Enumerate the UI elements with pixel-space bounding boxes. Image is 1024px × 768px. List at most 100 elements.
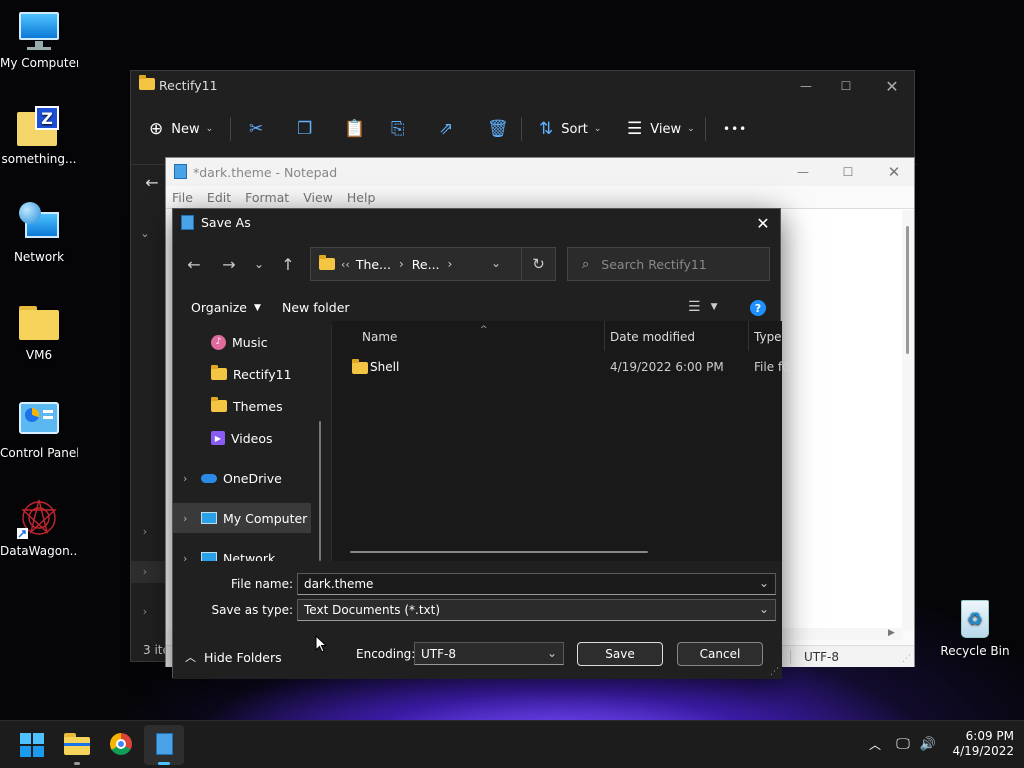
view-button[interactable]: ☰ View ⌄ — [627, 111, 695, 147]
column-header-name[interactable]: Name — [362, 330, 397, 344]
rename-button[interactable]: ⎘ — [391, 111, 405, 147]
start-button[interactable] — [20, 733, 44, 757]
chevron-down-icon[interactable]: ⌄ — [137, 225, 153, 241]
desktop-icon-recycle-bin[interactable]: ♻ Recycle Bin — [936, 596, 1014, 658]
column-header-date[interactable]: Date modified — [610, 330, 695, 344]
horizontal-scrollbar[interactable]: ▶ — [776, 628, 902, 640]
menu-view[interactable]: View — [303, 190, 333, 205]
delete-button[interactable]: 🗑 — [487, 111, 509, 147]
maximize-button[interactable]: ☐ — [833, 158, 863, 186]
nav-item-my-computer[interactable]: › My Computer — [173, 503, 311, 533]
view-label: View — [650, 121, 682, 137]
nav-item-onedrive[interactable]: › OneDrive — [173, 463, 319, 493]
breadcrumb-overflow[interactable]: ‹‹ — [341, 258, 350, 271]
paste-icon: 📋 — [344, 119, 366, 139]
desktop-icon-archive[interactable]: Z something... — [0, 104, 78, 166]
hide-folders-button[interactable]: ︿ Hide Folders — [185, 649, 282, 665]
plus-circle-icon: ⊕ — [149, 119, 164, 139]
close-button[interactable]: ✕ — [877, 71, 907, 101]
horizontal-scrollbar-thumb[interactable] — [350, 551, 648, 553]
back-arrow-icon[interactable]: ← — [141, 171, 163, 193]
scroll-right-icon[interactable]: ▶ — [888, 628, 895, 638]
sort-button[interactable]: ⇅ Sort ⌄ — [539, 111, 601, 147]
nav-item-music[interactable]: ♪ Music — [173, 327, 319, 357]
copy-button[interactable]: ❐ — [297, 111, 312, 147]
organize-button[interactable]: Organize ▼ — [191, 300, 261, 315]
chevron-right-icon[interactable]: › — [183, 552, 201, 562]
forward-arrow-icon[interactable]: → — [218, 253, 240, 275]
chrome-taskbar-button[interactable] — [110, 733, 132, 755]
close-button[interactable]: ✕ — [879, 158, 909, 186]
breadcrumb-separator-icon: › — [447, 257, 453, 271]
chevron-right-icon[interactable]: › — [183, 472, 201, 485]
cancel-button[interactable]: Cancel — [677, 642, 763, 666]
column-header-type[interactable]: Type — [754, 330, 782, 344]
encoding-select[interactable]: UTF-8 ⌄ — [414, 642, 564, 665]
column-divider[interactable] — [604, 321, 605, 351]
chevron-down-icon[interactable]: ⌄ — [759, 576, 769, 590]
notepad-taskbar-button[interactable] — [144, 725, 184, 765]
clock[interactable]: 6:09 PM 4/19/2022 — [940, 729, 1014, 759]
menu-help[interactable]: Help — [347, 190, 376, 205]
breadcrumb-item[interactable]: Re... — [412, 257, 440, 272]
file-row[interactable]: Shell 4/19/2022 6:00 PM File fo — [332, 353, 789, 381]
nav-item-network[interactable]: › Network — [173, 543, 319, 561]
show-hidden-icons-chevron-icon[interactable]: ︿ — [866, 735, 884, 753]
help-icon[interactable]: ? — [750, 300, 766, 316]
more-options-button[interactable]: ••• — [723, 111, 747, 147]
refresh-icon[interactable]: ↻ — [521, 248, 555, 280]
chevron-right-icon[interactable]: › — [137, 603, 153, 619]
paste-button[interactable]: 📋 — [344, 111, 365, 147]
up-arrow-icon[interactable]: ↑ — [277, 253, 299, 275]
menu-edit[interactable]: Edit — [207, 190, 231, 205]
file-name-input[interactable]: dark.theme ⌄ — [297, 573, 776, 595]
dropdown-arrow-icon: ▼ — [254, 302, 261, 313]
recent-locations-chevron-icon[interactable]: ⌄ — [251, 253, 267, 275]
rename-icon: ⎘ — [391, 119, 405, 139]
desktop-icon-datawagon[interactable]: DataWagon... — [0, 496, 78, 558]
nav-item-themes[interactable]: Themes — [173, 391, 319, 421]
share-button[interactable]: ⇗ — [439, 111, 453, 147]
new-button[interactable]: ⊕ New ⌄ — [149, 111, 213, 147]
file-explorer-taskbar-button[interactable] — [64, 733, 90, 755]
back-arrow-icon[interactable]: ← — [183, 253, 205, 275]
save-as-dialog[interactable]: Save As ✕ ← → ⌄ ↑ ‹‹ The... › Re... › ⌄ … — [172, 208, 789, 679]
minimize-button[interactable]: — — [788, 158, 818, 186]
breadcrumb-item[interactable]: The... — [356, 257, 391, 272]
nav-item-rectify11[interactable]: Rectify11 — [173, 359, 319, 389]
file-list[interactable]: ^ Name Date modified Type Shell 4/19/202… — [332, 321, 789, 561]
chevron-down-icon[interactable]: ⌄ — [547, 646, 557, 660]
menu-format[interactable]: Format — [245, 190, 289, 205]
search-input[interactable]: ⌕ Search Rectify11 — [567, 247, 770, 281]
address-dropdown-chevron-icon[interactable]: ⌄ — [491, 256, 501, 270]
network-status-icon[interactable]: 🖵 — [893, 735, 913, 753]
resize-grip-icon[interactable]: ⋰ — [902, 654, 911, 664]
scrollbar-thumb[interactable] — [906, 226, 909, 354]
address-bar[interactable]: ‹‹ The... › Re... › ⌄ ↻ — [310, 247, 556, 281]
maximize-button[interactable]: ☐ — [831, 71, 861, 101]
volume-icon[interactable]: 🔊 — [918, 735, 938, 753]
cut-button[interactable]: ✂ — [249, 111, 263, 147]
vertical-scrollbar[interactable] — [902, 210, 914, 630]
breadcrumb-separator-icon: › — [398, 257, 404, 271]
notepad-icon — [174, 164, 187, 179]
nav-item-videos[interactable]: ▶ Videos — [173, 423, 319, 453]
column-divider[interactable] — [748, 321, 749, 351]
save-as-type-select[interactable]: Text Documents (*.txt) ⌄ — [297, 599, 776, 621]
desktop-icon-vm6[interactable]: VM6 — [0, 300, 78, 362]
resize-grip-icon[interactable]: ⋰ — [770, 667, 779, 677]
chevron-right-icon[interactable]: › — [183, 512, 201, 525]
chevron-right-icon[interactable]: › — [137, 563, 153, 579]
view-options-button[interactable]: ☰ ▼ — [688, 299, 717, 315]
save-button[interactable]: Save — [577, 642, 663, 666]
close-button[interactable]: ✕ — [751, 211, 775, 235]
new-folder-button[interactable]: New folder — [282, 300, 350, 315]
desktop-icon-network[interactable]: Network — [0, 202, 78, 264]
minimize-button[interactable]: — — [791, 71, 821, 101]
chevron-right-icon[interactable]: › — [137, 523, 153, 539]
nav-scrollbar-thumb[interactable] — [319, 421, 321, 561]
chevron-down-icon[interactable]: ⌄ — [759, 602, 769, 616]
menu-file[interactable]: File — [172, 190, 193, 205]
desktop-icon-control-panel[interactable]: Control Panel — [0, 398, 78, 460]
desktop-icon-my-computer[interactable]: My Computer — [0, 8, 78, 70]
